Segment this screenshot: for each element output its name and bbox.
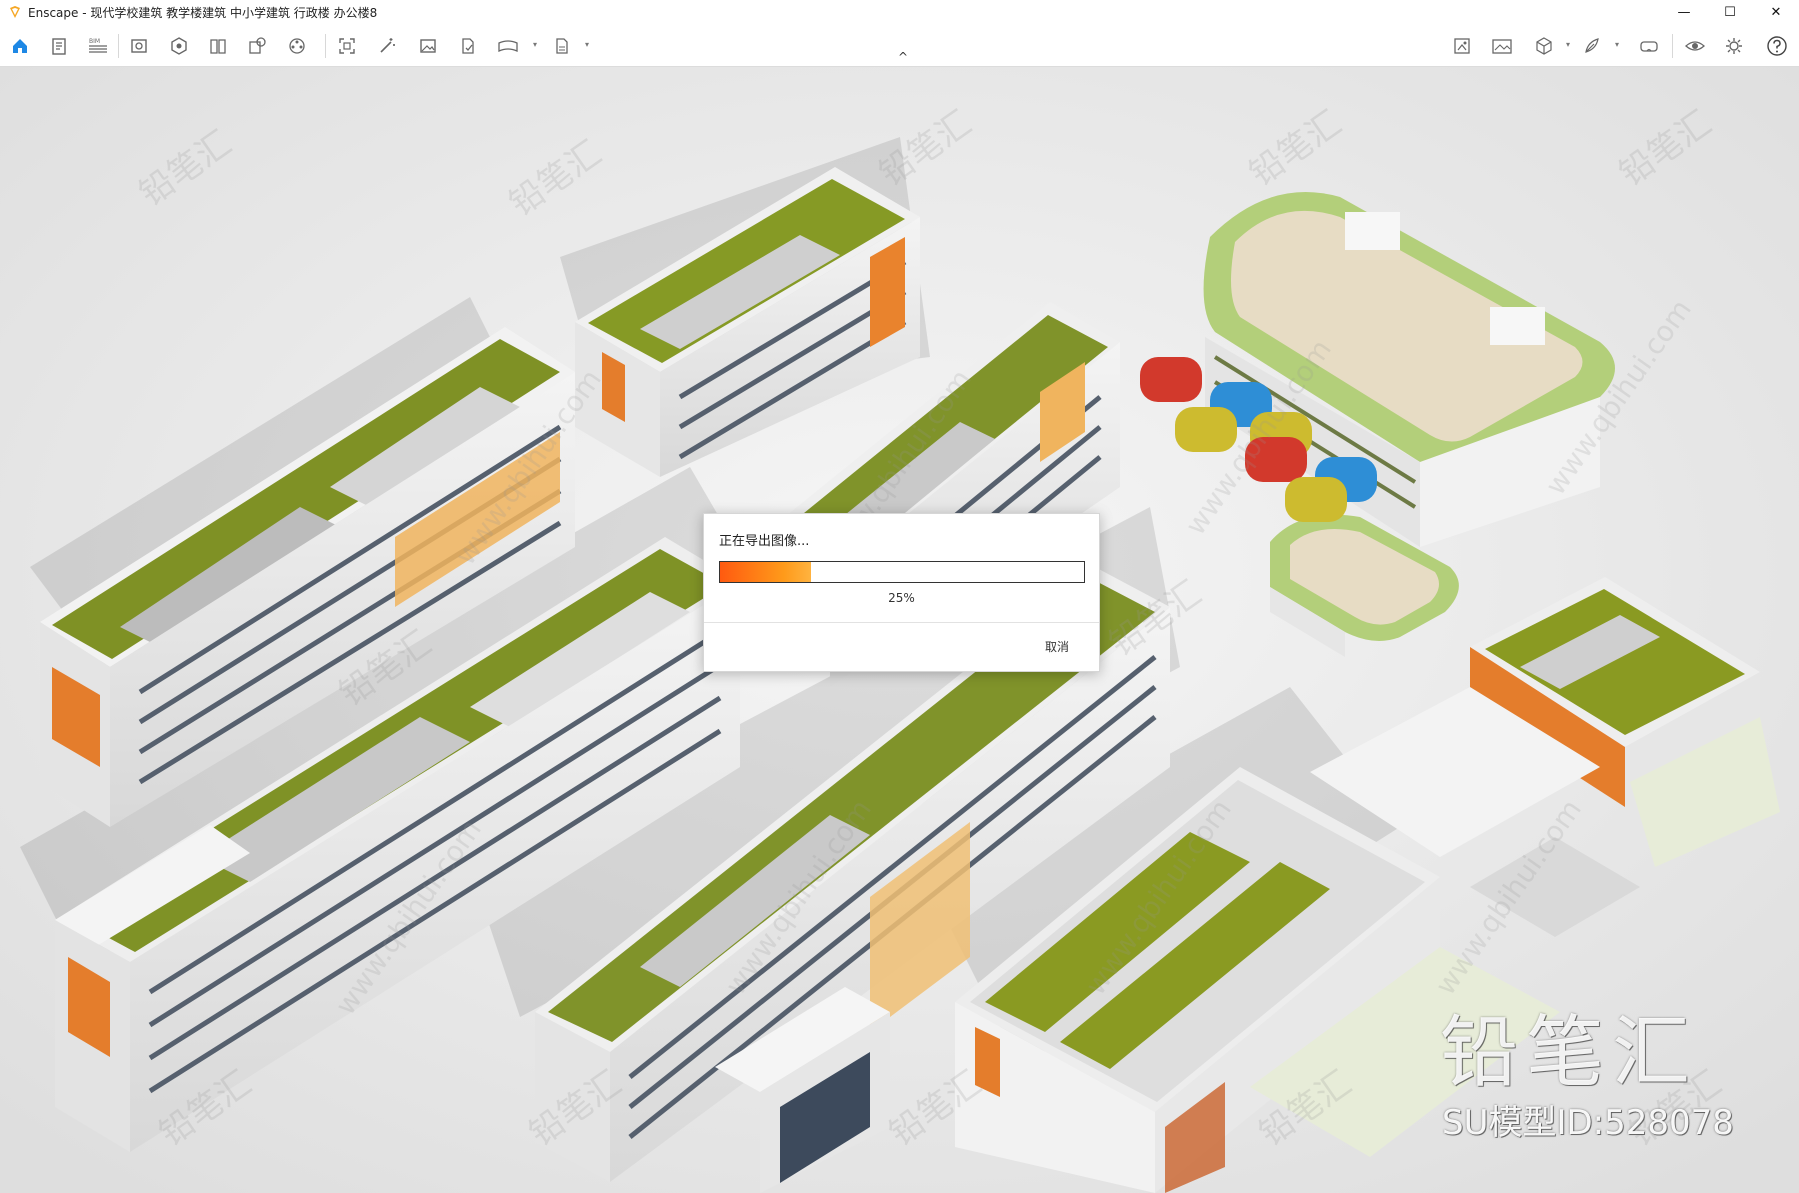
bim-icon[interactable]: BIM: [86, 34, 110, 58]
chevron-down-icon[interactable]: ▾: [1563, 40, 1573, 50]
cancel-button[interactable]: 取消: [1045, 638, 1069, 655]
export-progress-bar: [719, 561, 1085, 583]
toolbar-separator: [1672, 34, 1673, 58]
window-title: Enscape - 现代学校建筑 教学楼建筑 中小学建筑 行政楼 办公楼8: [28, 5, 378, 20]
progress-fill: [720, 562, 811, 582]
wand-icon[interactable]: [375, 34, 399, 58]
model-id-watermark: SU模型ID:528078: [1442, 1103, 1734, 1143]
material-icon[interactable]: [167, 34, 191, 58]
vr-headset-icon[interactable]: [1637, 34, 1661, 58]
film-icon[interactable]: [285, 34, 309, 58]
toolbar-separator: [118, 34, 119, 58]
bim-label: BIM: [89, 38, 100, 45]
image-icon[interactable]: [416, 34, 440, 58]
eye-icon[interactable]: [1683, 34, 1707, 58]
enscape-logo-icon: [10, 6, 20, 18]
settings-icon[interactable]: [1722, 34, 1746, 58]
cube-icon[interactable]: [1532, 34, 1556, 58]
capture-icon[interactable]: [1450, 34, 1474, 58]
chevron-down-icon[interactable]: ▾: [1612, 40, 1622, 50]
chevron-down-icon[interactable]: ▾: [530, 40, 540, 50]
close-button[interactable]: ✕: [1753, 0, 1799, 24]
gallery-icon[interactable]: [1490, 34, 1514, 58]
home-icon[interactable]: [8, 34, 32, 58]
title-bar: Enscape - 现代学校建筑 教学楼建筑 中小学建筑 行政楼 办公楼8 — …: [0, 0, 1799, 24]
export-panorama-icon[interactable]: [496, 34, 520, 58]
asset-library-icon[interactable]: [245, 34, 269, 58]
toolbar-separator: [325, 34, 326, 58]
help-icon[interactable]: [1765, 34, 1789, 58]
feather-icon[interactable]: [1580, 34, 1604, 58]
dialog-divider: [704, 622, 1099, 623]
window-controls: — ☐ ✕: [1661, 0, 1799, 24]
chevron-down-icon[interactable]: ▾: [582, 40, 592, 50]
view-icon[interactable]: [127, 34, 151, 58]
book-icon[interactable]: [206, 34, 230, 58]
export-progress-dialog: 正在导出图像... 25% 取消: [703, 513, 1100, 672]
document-icon[interactable]: [47, 34, 71, 58]
progress-percent: 25%: [888, 591, 915, 605]
export-file-icon[interactable]: [456, 34, 480, 58]
export-batch-icon[interactable]: [550, 34, 574, 58]
frame-icon[interactable]: [335, 34, 359, 58]
toolbar-collapse-button[interactable]: ^: [893, 50, 913, 64]
brand-watermark: 铅笔汇: [1440, 1008, 1699, 1098]
minimize-button[interactable]: —: [1661, 0, 1707, 24]
maximize-button[interactable]: ☐: [1707, 0, 1753, 24]
dialog-title: 正在导出图像...: [719, 534, 810, 549]
